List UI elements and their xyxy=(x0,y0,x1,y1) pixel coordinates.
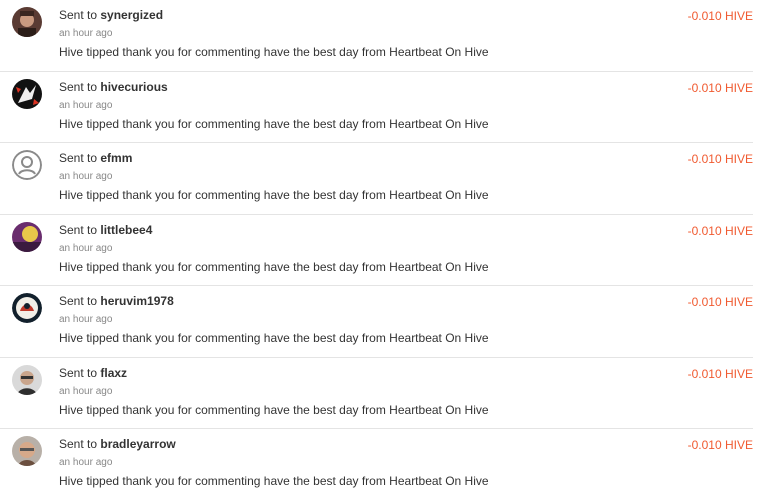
transaction-list: Sent to synergized an hour ago Hive tipp… xyxy=(0,0,768,501)
person-photo-icon xyxy=(12,436,42,466)
black-red-logo-icon xyxy=(12,78,42,109)
sent-to-prefix: Sent to xyxy=(59,437,98,451)
amount: -0.010 HIVE xyxy=(687,438,753,452)
recipient-link[interactable]: bradleyarrow xyxy=(100,437,175,451)
memo-text: Hive tipped thank you for commenting hav… xyxy=(59,116,489,131)
dark-circle-logo-icon xyxy=(12,293,42,323)
sent-to-prefix: Sent to xyxy=(59,8,98,22)
amount: -0.010 HIVE xyxy=(687,223,753,238)
memo-text: Hive tipped thank you for commenting hav… xyxy=(59,45,489,59)
memo-text: Hive tipped thank you for commenting hav… xyxy=(59,259,489,274)
transaction-row: Sent to bradleyarrow an hour ago Hive ti… xyxy=(0,429,753,501)
memo-text: Hive tipped thank you for commenting hav… xyxy=(59,474,489,488)
memo-text: Hive tipped thank you for commenting hav… xyxy=(59,402,489,417)
transaction-row: Sent to flaxz an hour ago Hive tipped th… xyxy=(0,358,753,429)
recipient-link[interactable]: synergized xyxy=(100,8,163,22)
memo-text: Hive tipped thank you for commenting hav… xyxy=(59,331,489,345)
recipient-link[interactable]: littlebee4 xyxy=(100,223,152,237)
sent-to-prefix: Sent to xyxy=(59,151,98,165)
recipient-link[interactable]: heruvim1978 xyxy=(100,294,173,308)
timestamp: an hour ago xyxy=(59,171,113,182)
recipient-link[interactable]: flaxz xyxy=(100,366,127,380)
avatar[interactable] xyxy=(12,364,42,395)
default-user-icon xyxy=(12,150,42,180)
timestamp: an hour ago xyxy=(59,99,113,111)
timestamp: an hour ago xyxy=(59,314,113,325)
amount: -0.010 HIVE xyxy=(687,9,753,23)
timestamp: an hour ago xyxy=(59,457,113,468)
transaction-title: Sent to efmm xyxy=(59,151,132,165)
avatar[interactable] xyxy=(12,7,42,37)
transaction-row: Sent to hivecurious an hour ago Hive tip… xyxy=(0,72,753,143)
transaction-row: Sent to littlebee4 an hour ago Hive tipp… xyxy=(0,215,753,286)
transaction-title: Sent to flaxz xyxy=(59,366,127,380)
transaction-row: Sent to heruvim1978 an hour ago Hive tip… xyxy=(0,286,753,358)
timestamp: an hour ago xyxy=(59,385,113,397)
recipient-link[interactable]: efmm xyxy=(100,151,132,165)
avatar[interactable] xyxy=(12,221,42,252)
avatar[interactable] xyxy=(12,150,42,180)
avatar[interactable] xyxy=(12,78,42,109)
transaction-title: Sent to heruvim1978 xyxy=(59,294,174,308)
sent-to-prefix: Sent to xyxy=(59,79,98,94)
transaction-row: Sent to synergized an hour ago Hive tipp… xyxy=(0,0,753,72)
amount: -0.010 HIVE xyxy=(687,152,753,166)
timestamp: an hour ago xyxy=(59,242,113,254)
timestamp: an hour ago xyxy=(59,28,113,39)
transaction-title: Sent to littlebee4 xyxy=(59,223,152,237)
photo-dark-portrait-icon xyxy=(12,7,42,37)
amount: -0.010 HIVE xyxy=(687,366,753,381)
transaction-title: Sent to hivecurious xyxy=(59,80,168,94)
avatar[interactable] xyxy=(12,293,42,323)
purple-yellow-photo-icon xyxy=(12,221,42,252)
sent-to-prefix: Sent to xyxy=(59,222,98,237)
sent-to-prefix: Sent to xyxy=(59,365,98,380)
amount: -0.010 HIVE xyxy=(687,295,753,309)
memo-text: Hive tipped thank you for commenting hav… xyxy=(59,188,489,202)
sent-to-prefix: Sent to xyxy=(59,294,98,308)
transaction-title: Sent to bradleyarrow xyxy=(59,437,176,451)
transaction-title: Sent to synergized xyxy=(59,8,163,22)
person-photo-icon xyxy=(12,364,42,395)
recipient-link[interactable]: hivecurious xyxy=(100,80,167,94)
transaction-row: Sent to efmm an hour ago Hive tipped tha… xyxy=(0,143,753,215)
avatar[interactable] xyxy=(12,436,42,466)
amount: -0.010 HIVE xyxy=(687,80,753,95)
